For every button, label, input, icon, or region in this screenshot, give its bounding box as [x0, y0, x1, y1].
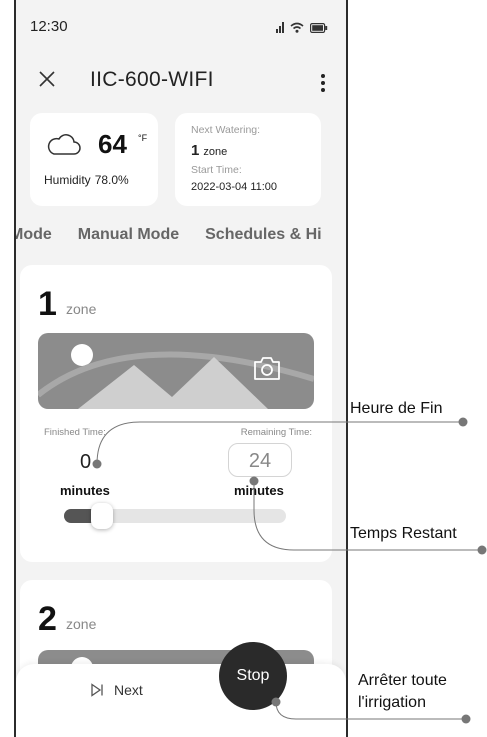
tab-schedules[interactable]: Schedules & Hi — [205, 226, 321, 244]
skip-next-icon — [91, 683, 103, 697]
device-title: IIC-600-WIFI — [90, 68, 214, 91]
start-time-label: Start Time: — [191, 164, 242, 176]
cloud-icon — [47, 134, 81, 155]
humidity-label: Humidity — [44, 173, 91, 187]
finished-time-label: Finished Time: — [44, 427, 106, 438]
zone-number: 2 — [38, 600, 57, 638]
annotation-stop-all-line2: l'irrigation — [358, 694, 426, 711]
stop-button[interactable]: Stop — [219, 642, 287, 710]
temperature-value: 64 — [98, 129, 127, 159]
close-icon — [39, 71, 55, 87]
zone-label: zone — [66, 301, 97, 317]
close-button[interactable] — [38, 68, 56, 94]
tab-manual-mode[interactable]: Manual Mode — [78, 226, 179, 244]
end-time-callout-dot-end — [458, 417, 468, 427]
humidity-value: 78.0% — [94, 173, 129, 187]
stop-callout-dot-end — [461, 714, 471, 724]
more-options-button[interactable] — [320, 74, 326, 92]
zone-number: 1 — [38, 285, 57, 323]
finished-time-value: 0 — [80, 451, 92, 473]
zone-card-1: 1 zone Finished Time: Remaining Time: 0 … — [20, 265, 332, 562]
zone-image-placeholder[interactable] — [38, 333, 314, 409]
annotation-remaining-time: Temps Restant — [350, 525, 457, 542]
temperature-unit: °F — [138, 133, 148, 143]
zone-label: zone — [66, 616, 97, 632]
next-watering-zone-number: 1 — [191, 142, 200, 159]
app-header: IIC-600-WIFI — [16, 68, 346, 98]
wifi-icon — [290, 22, 304, 33]
next-watering-label: Next Watering: — [191, 124, 261, 136]
phone-screen: 12:30 IIC-600-WIFI 64 °F Humidity 78.0% N… — [14, 0, 348, 737]
start-time-value: 2022-03-04 11:00 — [191, 181, 278, 193]
annotation-stop-all-line1: Arrêter toute — [358, 672, 447, 689]
remaining-time-callout-dot-end — [477, 545, 487, 555]
weather-card: 64 °F Humidity 78.0% — [30, 113, 158, 206]
humidity: Humidity 78.0% — [44, 173, 129, 187]
bottom-bar: Next — [16, 664, 346, 737]
next-label: Next — [114, 682, 143, 698]
status-bar: 12:30 — [16, 18, 346, 42]
annotation-end-time: Heure de Fin — [350, 400, 443, 417]
progress-slider[interactable] — [64, 503, 286, 529]
signal-icon — [276, 22, 284, 33]
camera-icon[interactable] — [252, 355, 282, 381]
remaining-time-label: Remaining Time: — [240, 427, 312, 438]
next-watering-zone: 1 zone — [191, 142, 227, 159]
remaining-time-value[interactable]: 24 — [228, 443, 292, 477]
next-watering-zone-word: zone — [203, 146, 228, 158]
tab-mode[interactable]: Mode — [16, 226, 52, 244]
mode-tabs: Mode Manual Mode Schedules & Hi — [16, 226, 346, 244]
status-icons — [276, 22, 328, 33]
progress-slider-thumb[interactable] — [91, 503, 113, 529]
status-time: 12:30 — [30, 18, 68, 35]
remaining-time-unit: minutes — [234, 483, 284, 498]
finished-time-unit: minutes — [60, 483, 110, 498]
next-watering-card: Next Watering: 1 zone Start Time: 2022-03… — [175, 113, 321, 206]
next-button[interactable]: Next — [90, 682, 143, 698]
battery-icon — [310, 22, 328, 33]
